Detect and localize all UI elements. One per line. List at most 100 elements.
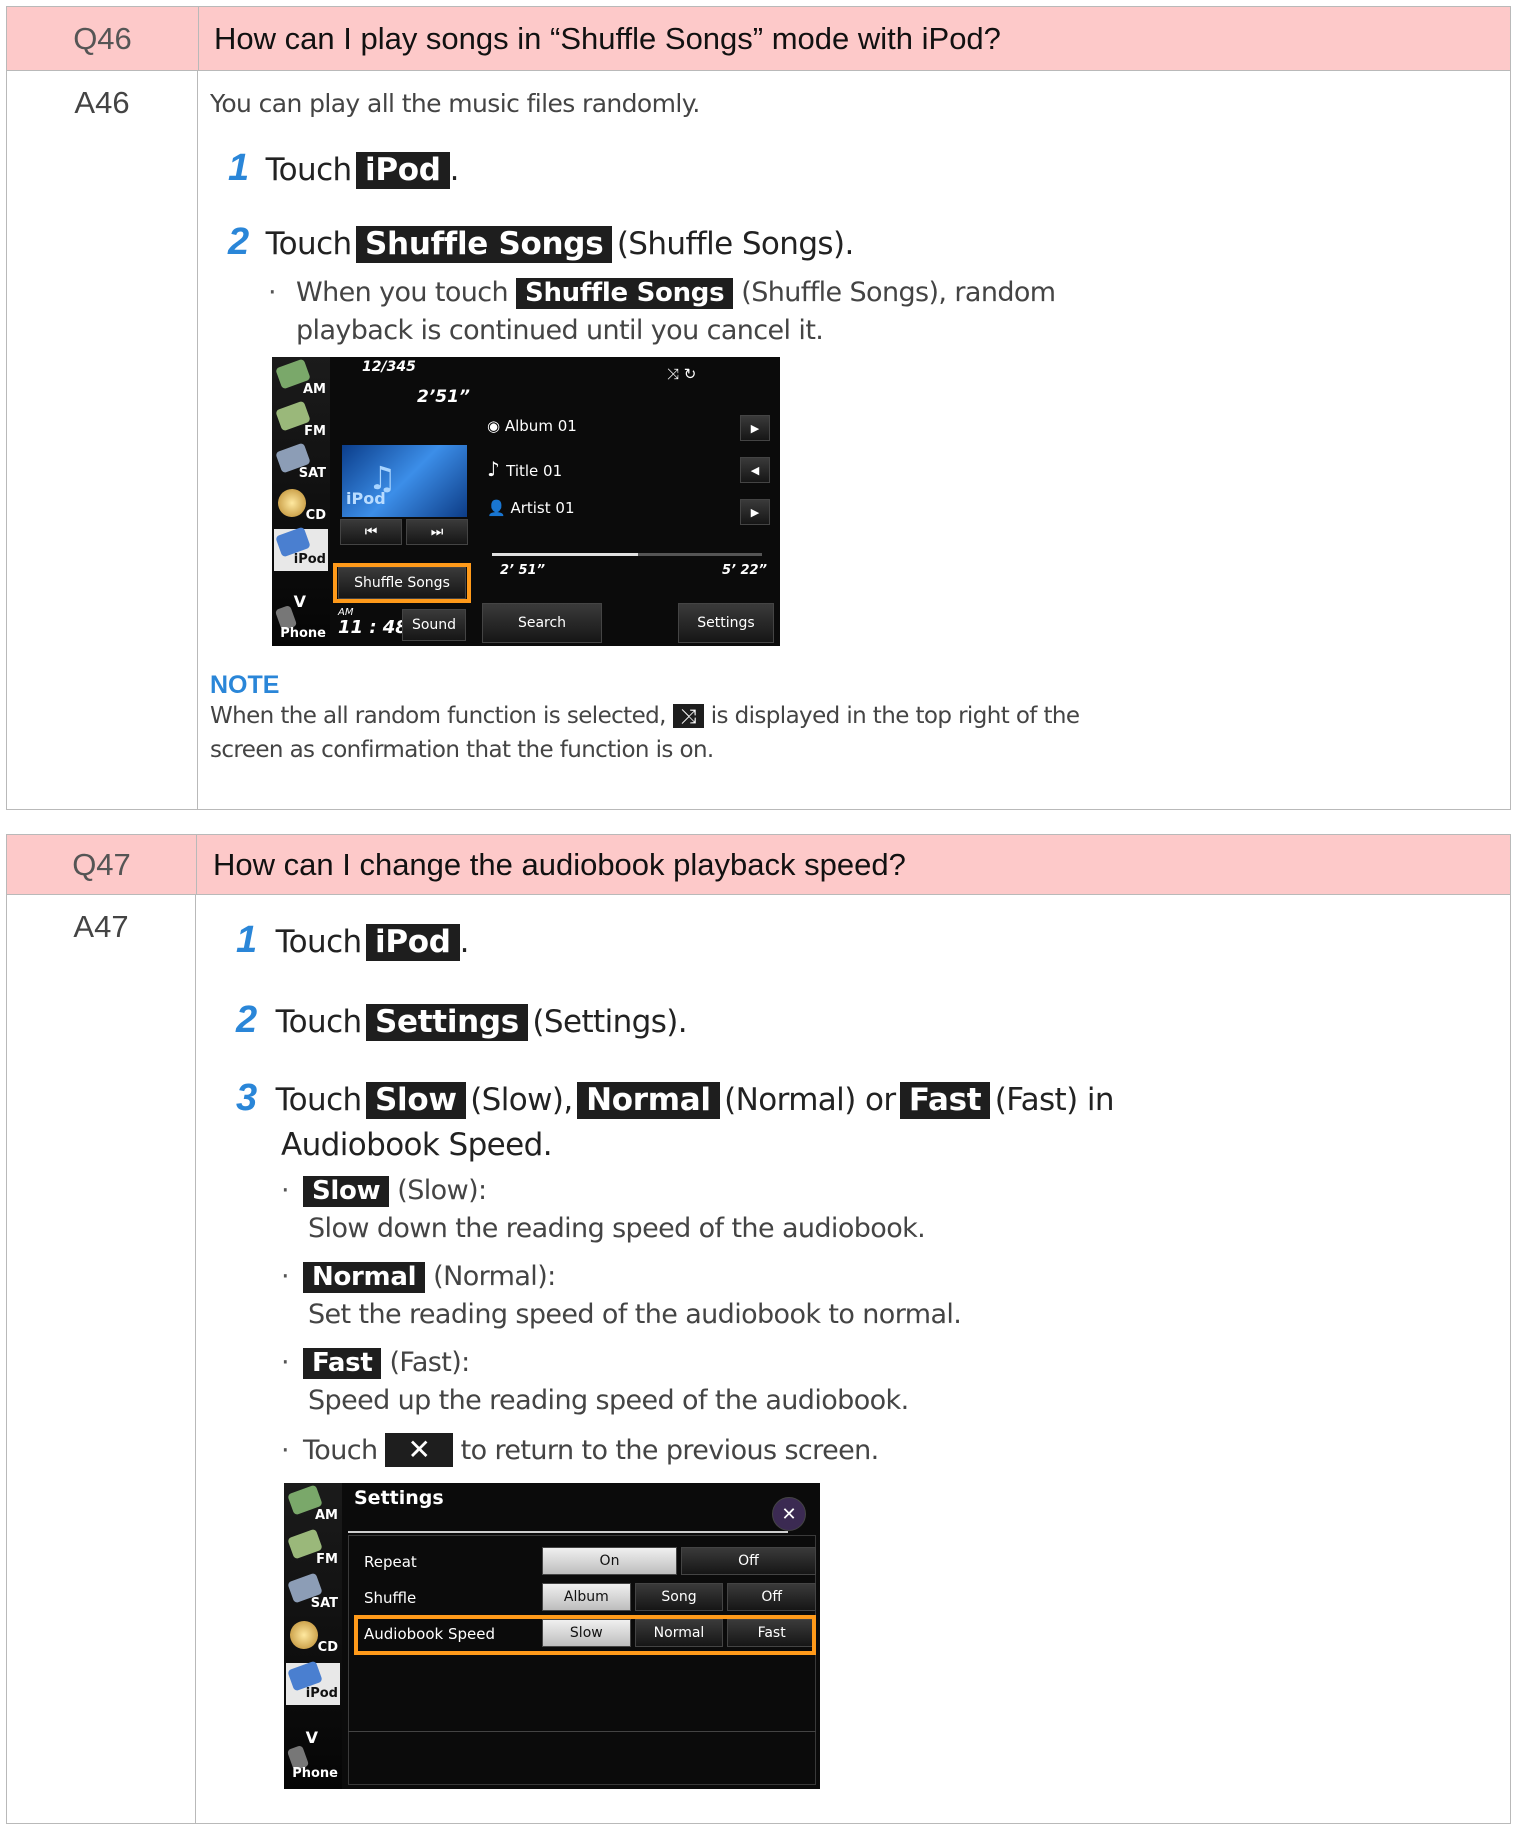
step-number: 2: [228, 221, 250, 263]
bullet-normal: · Normal (Normal):: [281, 1261, 556, 1294]
clock: 11 : 48: [338, 617, 408, 638]
album-skip-button[interactable]: ▶: [740, 415, 770, 441]
cd-icon: [286, 1617, 322, 1653]
title-divider: [348, 1531, 788, 1533]
source-am[interactable]: AM: [274, 358, 328, 401]
settings-tag: Settings: [366, 1004, 528, 1042]
question-header: Q47 How can I change the audiobook playb…: [7, 835, 1510, 895]
normal-tag: Normal: [302, 1262, 426, 1294]
step-number: 2: [236, 999, 258, 1041]
step-text: Touch: [275, 1082, 363, 1118]
bullet-text: Touch: [302, 1435, 378, 1466]
source-sat[interactable]: SAT: [286, 1572, 340, 1615]
total-time: 5’ 22”: [722, 563, 767, 578]
sound-button[interactable]: Sound: [402, 609, 466, 641]
source-phone[interactable]: Phone: [274, 604, 328, 645]
source-ipod[interactable]: iPod: [274, 526, 328, 571]
settings-screen: AM FM SAT CD iPod V Phone Settings ✕ Rep…: [284, 1483, 820, 1789]
title-row: ♪ Title 01: [487, 457, 563, 481]
bullet-text-suffix: to return to the previous screen.: [460, 1435, 880, 1466]
title-skip-button[interactable]: ◀: [740, 457, 770, 483]
option-song-button[interactable]: Song: [634, 1583, 724, 1611]
step-text: Touch: [265, 226, 353, 262]
note-line1: When the all random function is selected…: [210, 703, 1080, 729]
setting-label: Repeat: [364, 1553, 417, 1571]
step-punct: .: [459, 924, 470, 960]
question-number: Q47: [7, 835, 197, 894]
bullet-slow: · Slow (Slow):: [281, 1175, 487, 1208]
disc-icon: ◉: [487, 417, 505, 435]
answer-content: You can play all the music files randoml…: [198, 71, 1510, 809]
track-count: 12/345: [362, 359, 416, 375]
source-sidebar: AM FM SAT CD iPod V Phone: [284, 1483, 342, 1789]
ipod-art-label: iPod: [346, 489, 386, 508]
shuffle-repeat-indicator-icon: ⤨ ↻: [667, 365, 697, 383]
close-button[interactable]: ✕: [772, 1497, 806, 1531]
source-ipod[interactable]: iPod: [286, 1660, 340, 1705]
next-track-button[interactable]: ⏭: [406, 519, 468, 545]
faq-q46: Q46 How can I play songs in “Shuffle Son…: [6, 6, 1511, 810]
bullet-dot: ·: [281, 1435, 290, 1466]
note-text-suffix: is displayed in the top right of the: [710, 703, 1080, 729]
option-off-button[interactable]: Off: [727, 1583, 816, 1611]
elapsed-time: 2’ 51”: [500, 563, 545, 578]
shuffle-songs-tag: Shuffle Songs: [356, 226, 613, 264]
bullet-dot: ·: [281, 1261, 290, 1292]
step-number: 1: [236, 919, 258, 961]
bullet-text: When you touch: [295, 277, 509, 308]
step-3-line2: Audiobook Speed.: [281, 1127, 553, 1163]
shuffle-indicator-icon: ⤨: [672, 704, 704, 728]
search-button[interactable]: Search: [482, 603, 602, 643]
bullet-text-suffix: (Shuffle Songs), random: [741, 277, 1056, 308]
step-text: Touch: [265, 152, 353, 188]
source-am[interactable]: AM: [286, 1484, 340, 1527]
progress-track[interactable]: [492, 553, 762, 556]
question-text: How can I play songs in “Shuffle Songs” …: [214, 20, 1001, 56]
step-text: Touch: [275, 924, 363, 960]
slow-tag: Slow: [302, 1176, 390, 1208]
close-icon: ✕: [385, 1433, 453, 1467]
option-album-button[interactable]: Album: [542, 1583, 631, 1611]
source-sat[interactable]: SAT: [274, 442, 328, 485]
bullet-dot: ·: [281, 1347, 290, 1378]
panel-divider: [348, 1731, 816, 1732]
settings-title: Settings: [354, 1487, 444, 1509]
option-off-button[interactable]: Off: [681, 1547, 816, 1575]
step-text: (Fast) in: [994, 1082, 1115, 1118]
question-number: Q46: [7, 7, 199, 70]
question-header: Q46 How can I play songs in “Shuffle Son…: [7, 7, 1510, 71]
question-text: How can I change the audiobook playback …: [213, 846, 906, 882]
fast-tag: Fast: [899, 1082, 991, 1120]
source-fm[interactable]: FM: [286, 1528, 340, 1571]
bullet-label: (Fast):: [389, 1347, 470, 1378]
step-text-suffix: (Shuffle Songs).: [616, 226, 855, 262]
settings-button[interactable]: Settings: [678, 603, 774, 643]
option-on-button[interactable]: On: [542, 1547, 677, 1575]
artist-skip-button[interactable]: ▶: [740, 499, 770, 525]
intro-text: You can play all the music files randoml…: [210, 89, 700, 118]
source-cd[interactable]: CD: [286, 1617, 340, 1659]
bullet-fast-desc: Speed up the reading speed of the audiob…: [308, 1385, 909, 1416]
bullet-dot: ·: [281, 1175, 290, 1206]
bullet-close: · Touch ✕ to return to the previous scree…: [281, 1433, 879, 1467]
person-icon: 👤: [487, 499, 511, 517]
artist-row: 👤 Artist 01: [487, 499, 575, 517]
step-1: 1 Touch iPod.: [236, 919, 470, 962]
source-cd[interactable]: CD: [274, 485, 328, 527]
source-fm[interactable]: FM: [274, 400, 328, 443]
step-text-suffix: (Settings).: [532, 1004, 688, 1040]
step-2: 2 Touch Settings (Settings).: [236, 999, 688, 1042]
prev-track-button[interactable]: ⏮: [340, 519, 402, 545]
source-phone[interactable]: Phone: [286, 1744, 340, 1785]
answer-content: 1 Touch iPod. 2 Touch Settings (Settings…: [196, 895, 1510, 1823]
step-2: 2 Touch Shuffle Songs (Shuffle Songs).: [228, 221, 854, 264]
answer-body: A47 1 Touch iPod. 2 Touch Settings (Sett…: [7, 895, 1510, 1823]
note-icon: ♪: [487, 457, 507, 481]
faq-q47: Q47 How can I change the audiobook playb…: [6, 834, 1511, 1824]
progress-fill: [492, 553, 638, 556]
note-text: When the all random function is selected…: [210, 703, 666, 729]
step-number: 3: [236, 1077, 258, 1119]
step-text: (Slow),: [470, 1082, 573, 1118]
shuffle-songs-tag: Shuffle Songs: [516, 278, 734, 310]
album-row: ◉ Album 01: [487, 417, 577, 435]
